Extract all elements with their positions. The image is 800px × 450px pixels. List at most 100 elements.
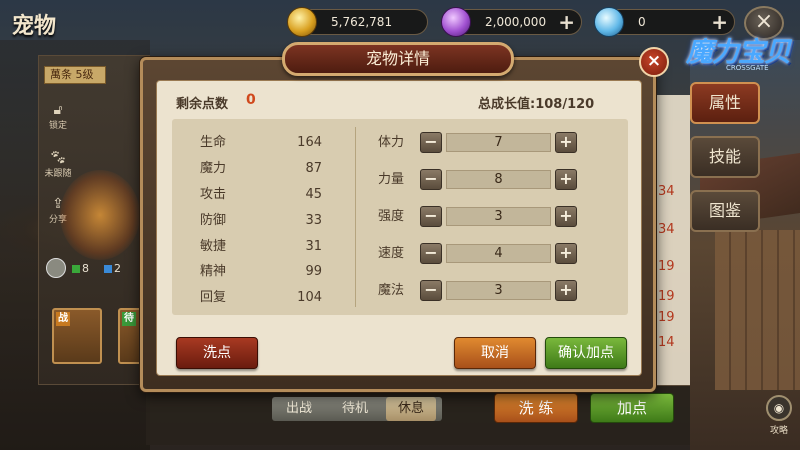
dialog-title: 宠物详情 bbox=[282, 42, 514, 76]
remaining-points-value: 0 bbox=[246, 92, 256, 108]
alloc-name: 魔法 bbox=[378, 283, 405, 298]
stat-row: 生命 164 bbox=[200, 133, 322, 153]
stat-value: 164 bbox=[297, 135, 322, 150]
lock-label: 锁定 bbox=[48, 121, 67, 131]
stat-row: 敏捷 31 bbox=[200, 237, 322, 257]
diamond-icon bbox=[594, 7, 624, 37]
purple-gem-icon bbox=[441, 7, 471, 37]
decrease-toughness-button[interactable]: − bbox=[420, 206, 442, 227]
stat-name: 魔力 bbox=[200, 161, 227, 176]
pet-element-icon[interactable] bbox=[46, 258, 66, 278]
toughness-value: 3 bbox=[446, 207, 551, 226]
tab-attributes[interactable]: 属性 bbox=[690, 82, 760, 124]
stat-row: 精神 99 bbox=[200, 262, 322, 282]
tab-handbook[interactable]: 图鉴 bbox=[690, 190, 760, 232]
mini-stat-green: 8 bbox=[72, 262, 89, 276]
confirm-add-points-button[interactable]: 确认加点 bbox=[545, 337, 627, 369]
slot-battle-tag: 战 bbox=[56, 312, 70, 326]
add-points-button[interactable]: 加点 bbox=[590, 393, 674, 423]
bg-value: 34 bbox=[658, 184, 675, 199]
increase-strength-button[interactable]: + bbox=[555, 169, 577, 190]
stamina-value: 7 bbox=[446, 133, 551, 152]
gold-value: 5,762,781 bbox=[331, 15, 393, 29]
logo-subtext: CROSSGATE bbox=[726, 64, 769, 72]
decrease-stamina-button[interactable]: − bbox=[420, 132, 442, 153]
screen-title: 宠物 bbox=[12, 14, 57, 39]
stat-value: 33 bbox=[305, 213, 322, 228]
bg-value: 19 bbox=[658, 289, 675, 304]
decrease-strength-button[interactable]: − bbox=[420, 169, 442, 190]
stat-name: 敏捷 bbox=[200, 239, 227, 254]
lock-icon: 🔓︎ bbox=[53, 102, 63, 118]
stat-value: 104 bbox=[297, 290, 322, 305]
alloc-row-strength: 力量 − 8 + bbox=[378, 169, 578, 191]
stat-name: 生命 bbox=[200, 135, 227, 150]
guide-icon: ◉ bbox=[766, 395, 792, 421]
pet-model-glow bbox=[60, 170, 140, 260]
decrease-magic-button[interactable]: − bbox=[420, 280, 442, 301]
bg-value: 34 bbox=[658, 222, 675, 237]
gold-resource[interactable]: 5,762,781 bbox=[287, 7, 428, 37]
stat-row: 防御 33 bbox=[200, 211, 322, 231]
blue-square-icon bbox=[104, 265, 112, 273]
tab-rest[interactable]: 休息 bbox=[386, 397, 436, 421]
stat-row: 魔力 87 bbox=[200, 159, 322, 179]
stat-value: 99 bbox=[305, 264, 322, 279]
gem-value: 2,000,000 bbox=[485, 15, 547, 29]
alloc-row-magic: 魔法 − 3 + bbox=[378, 280, 578, 302]
decrease-speed-button[interactable]: − bbox=[420, 243, 442, 264]
increase-speed-button[interactable]: + bbox=[555, 243, 577, 264]
total-growth: 总成长值:108/120 bbox=[478, 97, 595, 112]
slot-standby-tag: 待 bbox=[122, 312, 136, 326]
tab-skills[interactable]: 技能 bbox=[690, 136, 760, 178]
increase-stamina-button[interactable]: + bbox=[555, 132, 577, 153]
alloc-row-stamina: 体力 − 7 + bbox=[378, 132, 578, 154]
pet-slot-battle[interactable]: 战 bbox=[52, 308, 102, 364]
stats-divider bbox=[355, 127, 356, 307]
diamond-value: 0 bbox=[638, 15, 646, 29]
alloc-name: 力量 bbox=[378, 172, 405, 187]
guide-label: 攻略 bbox=[769, 426, 788, 436]
magic-value: 3 bbox=[446, 281, 551, 300]
increase-magic-button[interactable]: + bbox=[555, 280, 577, 301]
stat-name: 精神 bbox=[200, 264, 227, 279]
bg-value: 19 bbox=[658, 310, 675, 325]
alloc-name: 体力 bbox=[378, 135, 405, 150]
stat-row: 攻击 45 bbox=[200, 185, 322, 205]
paw-icon: 🐾︎ bbox=[49, 150, 67, 166]
speed-value: 4 bbox=[446, 244, 551, 263]
follow-label: 未跟随 bbox=[44, 169, 72, 179]
game-logo: 魔力宝贝 CROSSGATE bbox=[686, 26, 800, 80]
alloc-name: 强度 bbox=[378, 209, 405, 224]
alloc-row-speed: 速度 − 4 + bbox=[378, 243, 578, 265]
alloc-name: 速度 bbox=[378, 246, 405, 261]
stat-value: 45 bbox=[305, 187, 322, 202]
stat-name: 攻击 bbox=[200, 187, 227, 202]
bg-value: 19 bbox=[658, 259, 675, 274]
cancel-button[interactable]: 取消 bbox=[454, 337, 536, 369]
dialog-close-button[interactable]: × bbox=[639, 47, 669, 77]
strength-value: 8 bbox=[446, 170, 551, 189]
gold-coin-icon bbox=[287, 7, 317, 37]
tab-standby[interactable]: 待机 bbox=[330, 397, 380, 421]
tab-battle[interactable]: 出战 bbox=[274, 397, 324, 421]
reset-points-button[interactable]: 洗点 bbox=[176, 337, 258, 369]
stat-row: 回复 104 bbox=[200, 288, 322, 308]
stat-name: 回复 bbox=[200, 290, 227, 305]
stat-name: 防御 bbox=[200, 213, 227, 228]
gem-resource[interactable]: 2,000,000 + bbox=[441, 7, 582, 37]
bg-value: 14 bbox=[658, 335, 675, 350]
lock-button[interactable]: 🔓︎ 锁定 bbox=[40, 102, 76, 131]
add-gem-plus-icon[interactable]: + bbox=[558, 10, 575, 34]
follow-button[interactable]: 🐾︎ 未跟随 bbox=[40, 150, 76, 179]
guide-button[interactable]: ◉ 攻略 bbox=[762, 395, 796, 436]
wash-button[interactable]: 洗 练 bbox=[494, 393, 578, 423]
increase-toughness-button[interactable]: + bbox=[555, 206, 577, 227]
stat-value: 31 bbox=[305, 239, 322, 254]
background-house-wall bbox=[715, 230, 800, 390]
alloc-row-toughness: 强度 − 3 + bbox=[378, 206, 578, 228]
remaining-points-label: 剩余点数 bbox=[176, 97, 229, 112]
stat-value: 87 bbox=[305, 161, 322, 176]
mini-stat-blue: 2 bbox=[104, 262, 121, 276]
pet-level-tag: 萬条 5级 bbox=[44, 66, 106, 84]
